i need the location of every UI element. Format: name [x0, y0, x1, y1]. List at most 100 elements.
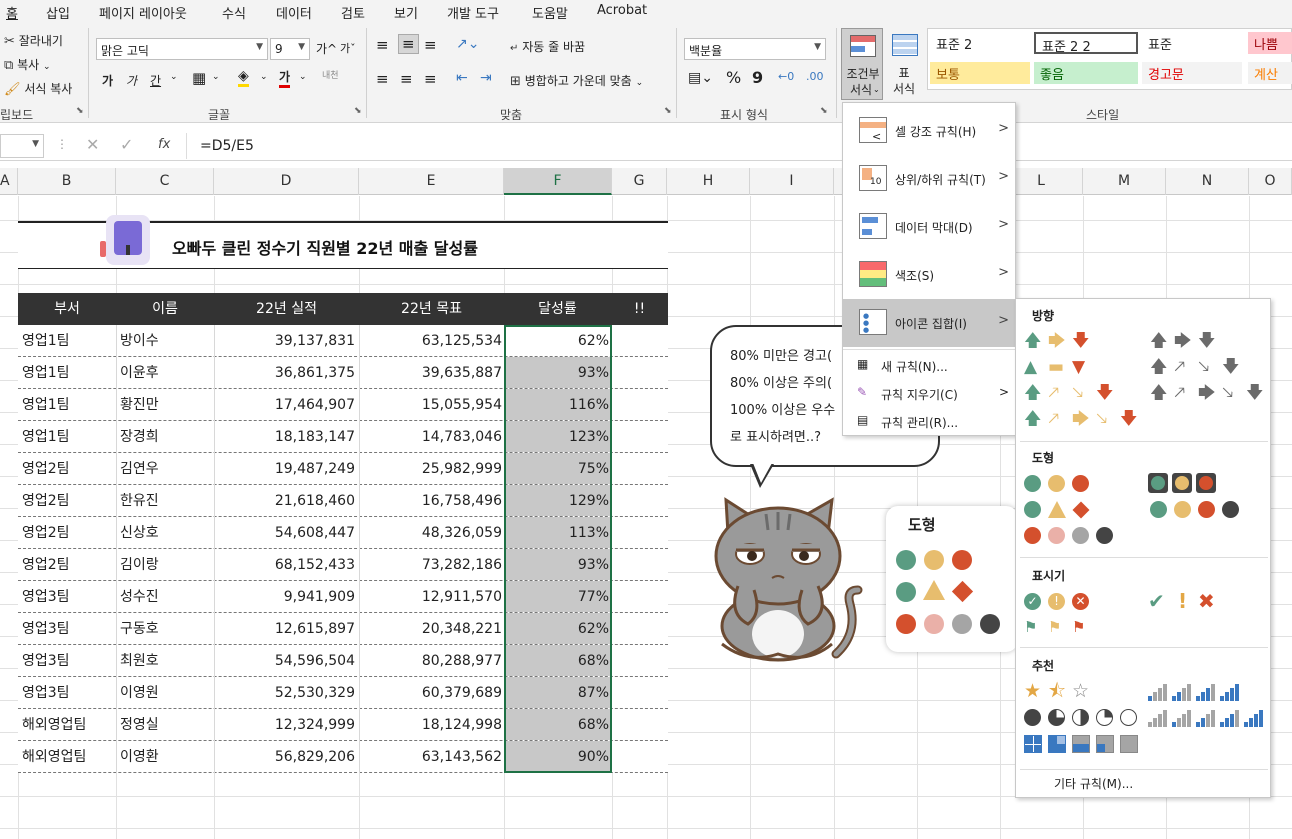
tab-formulas[interactable]: 수식: [222, 3, 246, 22]
actual-cell[interactable]: 12,615,897: [214, 613, 355, 645]
direction-sets[interactable]: 🡅 🡆 🡇 ▲ ▬ ▼ 🡅 🡕 🡖 🡇 🡅 🡕 🡆 🡖 🡇: [1020, 327, 1140, 437]
cut-button[interactable]: ✂ 잘라내기: [4, 32, 63, 49]
column-header-n[interactable]: N: [1166, 168, 1249, 195]
target-cell[interactable]: 63,125,534: [359, 325, 502, 357]
rate-cell[interactable]: 93%: [504, 357, 609, 389]
rate-cell[interactable]: 62%: [504, 613, 609, 645]
decrease-decimal-icon[interactable]: .00: [806, 70, 824, 83]
cell-style-option[interactable]: 표준 2: [930, 32, 1030, 54]
indicator-sets[interactable]: ✓ ! ✕ ⚑ ⚑ ⚑: [1020, 591, 1144, 641]
underline-button[interactable]: 간: [150, 72, 161, 89]
indicator-sets-plain[interactable]: ✔ ! ✖: [1148, 591, 1268, 615]
more-rules-button[interactable]: 기타 규칙(M)...: [1054, 775, 1133, 792]
target-cell[interactable]: 48,326,059: [359, 517, 502, 549]
font-name-combo[interactable]: 맑은 고딕 ▼: [96, 38, 268, 60]
target-cell[interactable]: 73,282,186: [359, 549, 502, 581]
cell-style-option[interactable]: 계산: [1248, 62, 1292, 84]
format-as-table-button[interactable]: 표 서식: [886, 28, 926, 100]
cell-style-option[interactable]: 보통: [930, 62, 1030, 84]
tab-view[interactable]: 보기: [394, 3, 418, 22]
tab-data[interactable]: 데이터: [276, 3, 312, 22]
column-header-e[interactable]: E: [359, 168, 504, 195]
tab-help[interactable]: 도움말: [532, 3, 568, 22]
grow-font-button[interactable]: 가^: [316, 40, 337, 57]
comma-button[interactable]: 9: [752, 68, 763, 87]
cell-style-option[interactable]: 표준: [1142, 32, 1242, 54]
name-cell[interactable]: 신상호: [120, 517, 214, 549]
rate-cell[interactable]: 93%: [504, 549, 609, 581]
actual-cell[interactable]: 12,324,999: [214, 709, 355, 741]
actual-cell[interactable]: 56,829,206: [214, 741, 355, 773]
dept-cell[interactable]: 영업3팀: [22, 581, 116, 613]
name-cell[interactable]: 이영원: [120, 677, 214, 709]
rating-sets[interactable]: ★ ⯪ ☆: [1020, 681, 1144, 761]
target-cell[interactable]: 80,288,977: [359, 645, 502, 677]
alignment-launcher-icon[interactable]: ⬊: [664, 106, 672, 116]
insert-function-button[interactable]: fx: [158, 137, 170, 152]
target-cell[interactable]: 63,143,562: [359, 741, 502, 773]
column-header-a[interactable]: A: [0, 168, 18, 195]
menu-highlight-cells-rules[interactable]: < 셀 강조 규칙(H) >: [843, 107, 1015, 155]
dept-cell[interactable]: 영업2팀: [22, 453, 116, 485]
cell-style-option[interactable]: 나쁨: [1248, 32, 1292, 54]
target-cell[interactable]: 25,982,999: [359, 453, 502, 485]
fill-color-icon[interactable]: ◈: [238, 68, 249, 87]
chevron-down-icon[interactable]: ⌄: [212, 72, 220, 82]
rate-cell[interactable]: 116%: [504, 389, 609, 421]
align-right-icon[interactable]: ≡: [424, 70, 437, 88]
name-cell[interactable]: 황진만: [120, 389, 214, 421]
menu-clear-rules[interactable]: ✎ 규칙 지우기(C) >: [843, 381, 1015, 405]
column-header-f[interactable]: F: [504, 168, 612, 195]
dept-cell[interactable]: 영업3팀: [22, 613, 116, 645]
tab-home[interactable]: 홈: [6, 3, 18, 22]
name-cell[interactable]: 최원호: [120, 645, 214, 677]
name-cell[interactable]: 이윤후: [120, 357, 214, 389]
formula-input[interactable]: =D5/E5: [200, 138, 254, 154]
cancel-icon[interactable]: ✕: [86, 135, 99, 154]
menu-manage-rules[interactable]: ▤ 규칙 관리(R)...: [843, 409, 1015, 433]
shape-sets-boxed[interactable]: [1148, 473, 1268, 529]
increase-indent-icon[interactable]: ⇥: [480, 70, 492, 86]
conditional-formatting-button[interactable]: 조건부 서식 ⌄: [841, 28, 883, 100]
increase-decimal-icon[interactable]: ←0: [778, 70, 794, 83]
rate-cell[interactable]: 87%: [504, 677, 609, 709]
dept-cell[interactable]: 해외영업팀: [22, 709, 116, 741]
column-header-d[interactable]: D: [214, 168, 359, 195]
signal-sets[interactable]: [1148, 681, 1268, 731]
column-header-g[interactable]: G: [612, 168, 667, 195]
name-cell[interactable]: 방이수: [120, 325, 214, 357]
tab-review[interactable]: 검토: [341, 3, 365, 22]
align-center-icon[interactable]: ≡: [400, 70, 413, 88]
column-header-i[interactable]: I: [750, 168, 834, 195]
rate-cell[interactable]: 123%: [504, 421, 609, 453]
rate-cell[interactable]: 90%: [504, 741, 609, 773]
column-header-c[interactable]: C: [116, 168, 214, 195]
actual-cell[interactable]: 36,861,375: [214, 357, 355, 389]
cell-style-option[interactable]: 경고문: [1142, 62, 1242, 84]
actual-cell[interactable]: 54,608,447: [214, 517, 355, 549]
name-cell[interactable]: 성수진: [120, 581, 214, 613]
check-icon[interactable]: ✓: [120, 135, 133, 154]
name-cell[interactable]: 이영환: [120, 741, 214, 773]
shape-sets[interactable]: [1020, 473, 1144, 553]
gray-direction-sets[interactable]: 🡅 🡆 🡇 🡅 🡕 🡖 🡇 🡅 🡕 🡆 🡖 🡇: [1148, 327, 1268, 411]
dept-cell[interactable]: 영업2팀: [22, 549, 116, 581]
dept-cell[interactable]: 영업1팀: [22, 421, 116, 453]
phonetic-icon[interactable]: 내천: [322, 68, 339, 81]
tab-developer[interactable]: 개발 도구: [447, 3, 499, 22]
target-cell[interactable]: 14,783,046: [359, 421, 502, 453]
number-launcher-icon[interactable]: ⬊: [820, 106, 828, 116]
menu-data-bars[interactable]: 데이터 막대(D) >: [843, 203, 1015, 251]
decrease-indent-icon[interactable]: ⇤: [456, 70, 468, 86]
font-size-combo[interactable]: 9 ▼: [270, 38, 310, 60]
align-middle-icon[interactable]: ≡: [398, 34, 419, 54]
column-header-o[interactable]: O: [1249, 168, 1292, 195]
rate-cell[interactable]: 77%: [504, 581, 609, 613]
target-cell[interactable]: 18,124,998: [359, 709, 502, 741]
column-header-h[interactable]: H: [667, 168, 750, 195]
actual-cell[interactable]: 19,487,249: [214, 453, 355, 485]
actual-cell[interactable]: 21,618,460: [214, 485, 355, 517]
dept-cell[interactable]: 영업2팀: [22, 517, 116, 549]
clipboard-launcher-icon[interactable]: ⬊: [76, 106, 84, 116]
chevron-down-icon[interactable]: ⌄: [170, 72, 178, 82]
